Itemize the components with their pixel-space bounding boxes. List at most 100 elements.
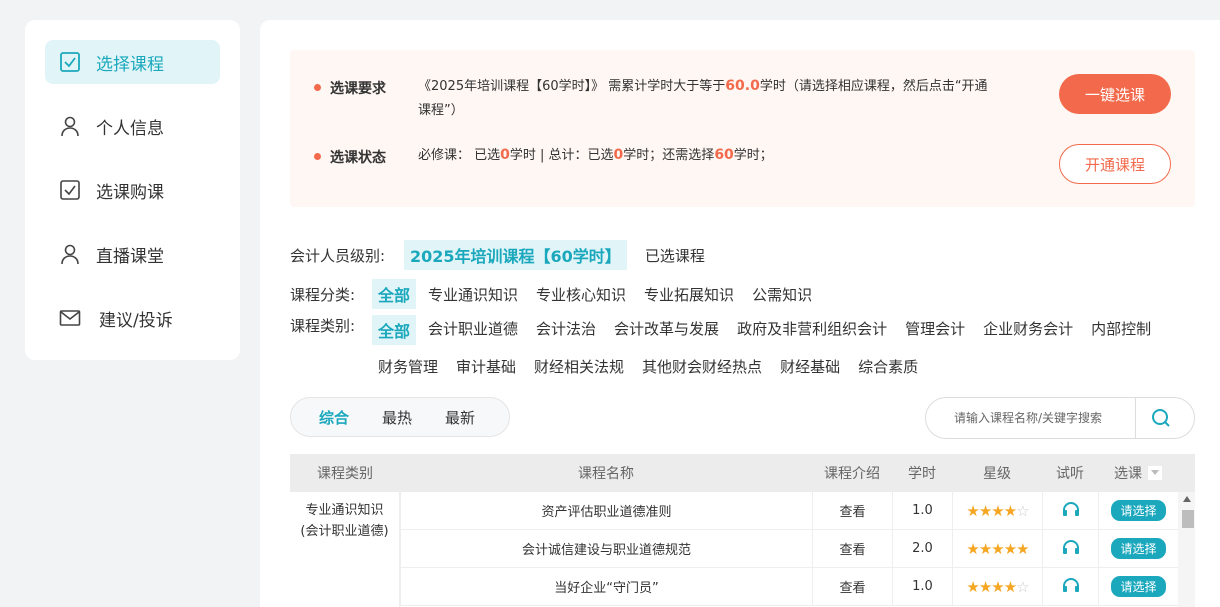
course-name[interactable]: 资产评估职业道德准则 bbox=[400, 492, 812, 529]
requirement-text-line2: 课程”） bbox=[418, 103, 464, 118]
one-click-select-button[interactable]: 一键选课 bbox=[1059, 74, 1171, 114]
sort-tab-hottest[interactable]: 最热 bbox=[382, 407, 412, 428]
table-scrollbar[interactable] bbox=[1178, 492, 1195, 607]
status-t2: 学时 | 总计：已选 bbox=[509, 148, 614, 163]
table-header: 课程类别 课程名称 课程介绍 学时 星级 试听 选课 bbox=[290, 454, 1195, 492]
sidebar-item-buy-course[interactable]: 选课购课 bbox=[45, 168, 220, 212]
headphones-icon[interactable] bbox=[1062, 539, 1080, 559]
star-rating: ★★★★☆ bbox=[952, 568, 1042, 605]
star-rating: ★★★★☆ bbox=[952, 492, 1042, 529]
type-option[interactable]: 企业财务会计 bbox=[977, 315, 1079, 345]
type-option[interactable]: 会计法治 bbox=[530, 315, 602, 345]
search-input[interactable] bbox=[926, 398, 1136, 438]
user-icon bbox=[59, 115, 81, 137]
category-line2: (会计职业道德) bbox=[300, 524, 389, 539]
type-option[interactable]: 内部控制 bbox=[1085, 315, 1157, 345]
type-option[interactable]: 审计基础 bbox=[450, 353, 522, 380]
preview-cell bbox=[1042, 568, 1098, 605]
category-option[interactable]: 专业核心知识 bbox=[530, 281, 632, 308]
status-text: 必修课： 已选0学时 | 总计：已选0学时；还需选择60学时； bbox=[418, 143, 773, 168]
bullet-dot bbox=[314, 153, 321, 160]
bullet-dot bbox=[314, 84, 321, 91]
status-total-selected: 0 bbox=[613, 147, 624, 163]
table-row: 当好企业“守门员” 查看 1.0 ★★★★☆ 请选择 bbox=[400, 568, 1178, 606]
main-panel: 选课要求 《2025年培训课程【60学时】》 需累计学时大于等于60.0学时（请… bbox=[260, 20, 1220, 607]
type-option[interactable]: 综合素质 bbox=[852, 353, 924, 380]
status-label: 选课状态 bbox=[330, 150, 386, 166]
pick-cell: 请选择 bbox=[1098, 530, 1178, 567]
category-option-all[interactable]: 全部 bbox=[372, 279, 417, 309]
category-option[interactable]: 专业拓展知识 bbox=[638, 281, 740, 308]
view-intro-link[interactable]: 查看 bbox=[812, 568, 892, 605]
sidebar: 选择课程 个人信息 选课购课 直播课堂 建议/投诉 bbox=[25, 20, 240, 360]
star-icons: ★★★★★ bbox=[966, 539, 1029, 558]
type-option[interactable]: 管理会计 bbox=[899, 315, 971, 345]
preview-cell bbox=[1042, 492, 1098, 529]
type-option[interactable]: 财经相关法规 bbox=[528, 353, 630, 380]
headphones-icon[interactable] bbox=[1062, 577, 1080, 597]
sidebar-item-label: 直播课堂 bbox=[96, 246, 164, 267]
type-option[interactable]: 会计职业道德 bbox=[422, 315, 524, 345]
header-stars: 星级 bbox=[983, 466, 1011, 482]
header-pick: 选课 bbox=[1098, 463, 1178, 483]
sidebar-item-personal-info[interactable]: 个人信息 bbox=[45, 104, 220, 148]
scroll-up-icon[interactable] bbox=[1183, 496, 1191, 502]
type-option[interactable]: 会计改革与发展 bbox=[608, 315, 725, 345]
category-filter: 课程分类: 全部 专业通识知识 专业核心知识 专业拓展知识 公需知识 bbox=[290, 279, 824, 309]
course-hours: 1.0 bbox=[892, 568, 952, 605]
sidebar-item-select-course[interactable]: 选择课程 bbox=[45, 40, 220, 84]
view-intro-link[interactable]: 查看 bbox=[812, 530, 892, 567]
sidebar-item-live-class[interactable]: 直播课堂 bbox=[45, 232, 220, 276]
type-option[interactable]: 财经基础 bbox=[774, 353, 846, 380]
status-t3: 学时；还需选择 bbox=[623, 148, 715, 163]
select-course-button[interactable]: 请选择 bbox=[1111, 500, 1166, 521]
category-option[interactable]: 专业通识知识 bbox=[422, 281, 524, 308]
chevron-down-icon[interactable] bbox=[1148, 466, 1162, 480]
sidebar-item-feedback[interactable]: 建议/投诉 bbox=[45, 296, 220, 340]
course-table: 课程类别 课程名称 课程介绍 学时 星级 试听 选课 专业通识知识 (会计职业道… bbox=[290, 454, 1195, 607]
type-label: 课程类别: bbox=[290, 317, 356, 335]
checkbox-icon bbox=[59, 179, 81, 201]
header-category: 课程类别 bbox=[317, 466, 373, 482]
category-option[interactable]: 公需知识 bbox=[746, 281, 818, 308]
type-option[interactable]: 其他财会财经热点 bbox=[636, 353, 768, 380]
select-course-button[interactable]: 请选择 bbox=[1111, 538, 1166, 559]
requirement-text-post: 学时（请选择相应课程，然后点击“开通 bbox=[759, 79, 988, 94]
header-pick-label: 选课 bbox=[1114, 466, 1142, 482]
header-hours: 学时 bbox=[908, 466, 936, 482]
requirement-row: 选课要求 《2025年培训课程【60学时】》 需累计学时大于等于60.0学时（请… bbox=[314, 78, 1048, 123]
open-course-button[interactable]: 开通课程 bbox=[1059, 144, 1171, 184]
type-option-all[interactable]: 全部 bbox=[372, 315, 417, 345]
header-name: 课程名称 bbox=[578, 466, 634, 482]
view-intro-link[interactable]: 查看 bbox=[812, 492, 892, 529]
requirement-box: 选课要求 《2025年培训课程【60学时】》 需累计学时大于等于60.0学时（请… bbox=[290, 50, 1195, 207]
search-icon[interactable] bbox=[1136, 408, 1186, 428]
course-name[interactable]: 会计诚信建设与职业道德规范 bbox=[400, 530, 812, 567]
header-intro: 课程介绍 bbox=[824, 466, 880, 482]
status-required-selected: 0 bbox=[500, 147, 510, 163]
requirement-text-pre: 《2025年培训课程【60学时】》 需累计学时大于等于 bbox=[418, 79, 726, 94]
level-option-2025[interactable]: 2025年培训课程【60学时】 bbox=[404, 240, 627, 270]
status-t1: 必修课： 已选 bbox=[418, 148, 501, 163]
scrollbar-thumb[interactable] bbox=[1182, 510, 1194, 528]
mail-icon bbox=[59, 307, 81, 329]
sort-tabs: 综合 最热 最新 bbox=[290, 397, 510, 437]
category-line1: 专业通识知识 bbox=[305, 503, 384, 518]
sort-tab-comprehensive[interactable]: 综合 bbox=[319, 407, 349, 428]
select-course-button[interactable]: 请选择 bbox=[1111, 576, 1166, 597]
checkbox-icon bbox=[59, 51, 81, 73]
type-option[interactable]: 财务管理 bbox=[372, 353, 444, 380]
header-preview: 试听 bbox=[1056, 466, 1084, 482]
requirement-label: 选课要求 bbox=[330, 81, 386, 97]
sidebar-item-label: 选择课程 bbox=[96, 54, 164, 75]
level-option-selected[interactable]: 已选课程 bbox=[639, 242, 711, 269]
course-hours: 1.0 bbox=[892, 492, 952, 529]
sort-tab-newest[interactable]: 最新 bbox=[445, 407, 475, 428]
star-icons: ★★★★☆ bbox=[966, 577, 1029, 596]
type-option[interactable]: 政府及非营利组织会计 bbox=[731, 315, 893, 345]
sidebar-item-label: 建议/投诉 bbox=[99, 310, 173, 331]
status-row: 选课状态 必修课： 已选0学时 | 总计：已选0学时；还需选择60学时； bbox=[314, 147, 773, 168]
search-box bbox=[925, 397, 1195, 439]
headphones-icon[interactable] bbox=[1062, 501, 1080, 521]
course-name[interactable]: 当好企业“守门员” bbox=[400, 568, 812, 605]
